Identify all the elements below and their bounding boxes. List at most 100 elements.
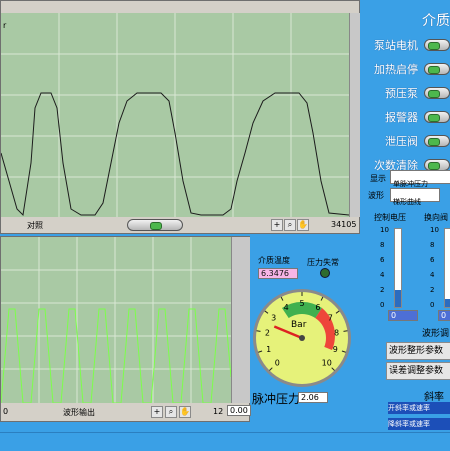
slope-up-field[interactable]: 开斜率或速率 bbox=[388, 402, 450, 414]
top-graph-panel: r 对照 + ⌕ ✋ 34105 bbox=[0, 0, 360, 234]
gauge-tick bbox=[256, 330, 261, 332]
display-select-value: 单脉冲压力 bbox=[393, 180, 428, 188]
slider-tick-label: 0 bbox=[430, 301, 435, 309]
pressure-alarm-led bbox=[320, 268, 330, 278]
switch-row: 泵站电机 bbox=[360, 34, 450, 54]
bottom-graph-pan-icon[interactable]: ✋ bbox=[179, 406, 191, 418]
reversing-valve-fill bbox=[445, 299, 450, 307]
switch-row: 报警器 bbox=[360, 106, 450, 126]
bottom-graph-zoom-icon[interactable]: + bbox=[151, 406, 163, 418]
gauge-scale-label: 6 bbox=[315, 303, 320, 312]
switch-row: 加热启停 bbox=[360, 58, 450, 78]
switch-indicator bbox=[428, 162, 440, 170]
gauge-scale-label: 8 bbox=[334, 329, 339, 338]
bottom-graph-trace bbox=[1, 308, 231, 403]
switch-row: 预压泵 bbox=[360, 82, 450, 102]
gauge-reading: 2.06 bbox=[298, 392, 328, 403]
slider-tick-label: 8 bbox=[380, 241, 385, 249]
display-select[interactable]: 单脉冲压力 bbox=[390, 170, 450, 188]
top-graph-pan-icon[interactable]: ✋ bbox=[297, 219, 309, 231]
bottom-graph-panel: 0 波形输出 + ⌕ ✋ 12 0.00 bbox=[0, 236, 251, 422]
bottom-graph-svg bbox=[1, 237, 231, 403]
gauge-scale-label: 0 bbox=[275, 359, 280, 368]
switch-toggle[interactable] bbox=[424, 39, 450, 51]
control-voltage-label: 控制电压 bbox=[374, 213, 406, 222]
gauge-unit: Bar bbox=[291, 320, 307, 330]
switch-label: 泄压阀 bbox=[385, 135, 418, 148]
slider-tick-label: 6 bbox=[430, 256, 435, 264]
switch-indicator bbox=[428, 114, 440, 122]
bottom-graph-x-end: 12 bbox=[213, 407, 224, 416]
medium-temp-value: 6.3476 bbox=[258, 268, 298, 279]
top-graph-svg bbox=[1, 13, 349, 217]
top-graph-scrollbar[interactable] bbox=[349, 13, 360, 217]
reversing-valve-label: 换向阀 bbox=[424, 213, 448, 222]
switch-toggle[interactable] bbox=[424, 63, 450, 75]
gauge-scale-label: 10 bbox=[322, 359, 332, 368]
switch-indicator bbox=[428, 66, 440, 74]
bottom-graph-legend-label: 波形输出 bbox=[63, 408, 95, 417]
gauge-scale-label: 9 bbox=[333, 345, 338, 354]
error-param-button[interactable]: 误差调整参数 bbox=[386, 362, 450, 380]
switch-label: 预压泵 bbox=[385, 87, 418, 100]
waveform-select[interactable]: 梯形曲线 bbox=[390, 188, 440, 206]
gauge-scale-label: 7 bbox=[328, 313, 333, 322]
control-voltage-field[interactable]: 0 bbox=[388, 310, 418, 321]
top-graph-cursor-indicator bbox=[150, 222, 162, 230]
switch-toggle[interactable] bbox=[424, 87, 450, 99]
switch-label: 加热启停 bbox=[374, 63, 418, 76]
slider-tick-label: 10 bbox=[380, 226, 389, 234]
waveform-adjust-label: 波形调 bbox=[422, 329, 450, 339]
bottom-graph-magnify-icon[interactable]: ⌕ bbox=[165, 406, 177, 418]
slider-tick-label: 10 bbox=[430, 226, 439, 234]
top-graph-legend-bar: 对照 + ⌕ ✋ 34105 bbox=[1, 217, 359, 233]
control-voltage-fill bbox=[395, 289, 401, 307]
bottom-graph-legend-bar: 0 波形输出 + ⌕ ✋ 12 0.00 bbox=[1, 403, 251, 421]
switch-toggle[interactable] bbox=[424, 111, 450, 123]
top-graph-y-label: r bbox=[3, 21, 7, 30]
slider-tick-label: 2 bbox=[380, 286, 385, 294]
gauge-svg: 01 234 5 678 910 bbox=[253, 289, 351, 387]
switch-label: 报警器 bbox=[385, 111, 418, 124]
slope-title: 斜率 bbox=[424, 392, 444, 403]
gauge-tick bbox=[343, 330, 348, 332]
right-panel: 介质 泵站电机 加热启停 预压泵 报警器 泄压阀 次数清除 显示 单脉冲压力 波形 梯形曲… bbox=[360, 0, 450, 450]
gauge-scale-label: 1 bbox=[266, 345, 271, 354]
medium-temp-label: 介质温度 bbox=[258, 256, 290, 265]
bottom-strip bbox=[0, 432, 450, 451]
slider-tick-label: 8 bbox=[430, 241, 435, 249]
switch-indicator bbox=[428, 90, 440, 98]
top-graph-plot[interactable]: r bbox=[1, 13, 349, 217]
slider-tick-label: 2 bbox=[430, 286, 435, 294]
pressure-gauge: 0 1 2 3 4 5 6 7 8 9 10 Bar bbox=[252, 288, 352, 388]
gauge-label: 脉冲压力 bbox=[252, 392, 301, 406]
switch-row: 泄压阀 bbox=[360, 130, 450, 150]
reversing-valve-field[interactable]: 0 bbox=[438, 310, 450, 321]
switch-label: 泵站电机 bbox=[374, 39, 418, 52]
top-graph-zoom-icon[interactable]: + bbox=[271, 219, 283, 231]
slope-down-field[interactable]: 降斜率或速率 bbox=[388, 418, 450, 430]
right-panel-title: 介质 bbox=[422, 13, 450, 29]
top-graph-magnify-icon[interactable]: ⌕ bbox=[284, 219, 296, 231]
reversing-valve-slider[interactable] bbox=[444, 228, 450, 308]
display-label: 显示 bbox=[370, 174, 386, 183]
bottom-graph-value-box[interactable]: 0.00 bbox=[227, 405, 251, 416]
switch-indicator bbox=[428, 42, 440, 50]
pressure-alarm-label: 压力失常 bbox=[307, 258, 339, 267]
bottom-graph-plot[interactable] bbox=[1, 237, 231, 403]
slider-tick-label: 0 bbox=[380, 301, 385, 309]
gauge-scale-label: 2 bbox=[265, 329, 270, 338]
gauge-scale-label: 3 bbox=[271, 313, 276, 322]
bottom-graph-x-start: 0 bbox=[3, 407, 9, 416]
slider-tick-label: 4 bbox=[430, 271, 435, 279]
waveform-label: 波形 bbox=[368, 191, 384, 200]
slider-tick-label: 6 bbox=[380, 256, 385, 264]
top-graph-cursor-toggle[interactable] bbox=[127, 219, 183, 231]
slider-tick-label: 4 bbox=[380, 271, 385, 279]
control-voltage-slider[interactable] bbox=[394, 228, 402, 308]
shaping-param-button[interactable]: 波形整形参数 bbox=[386, 342, 450, 360]
bottom-graph-scrollbar[interactable] bbox=[231, 237, 250, 403]
gauge-scale-label: 5 bbox=[299, 299, 304, 308]
switch-toggle[interactable] bbox=[424, 135, 450, 147]
top-graph-legend-label: 对照 bbox=[27, 221, 43, 230]
